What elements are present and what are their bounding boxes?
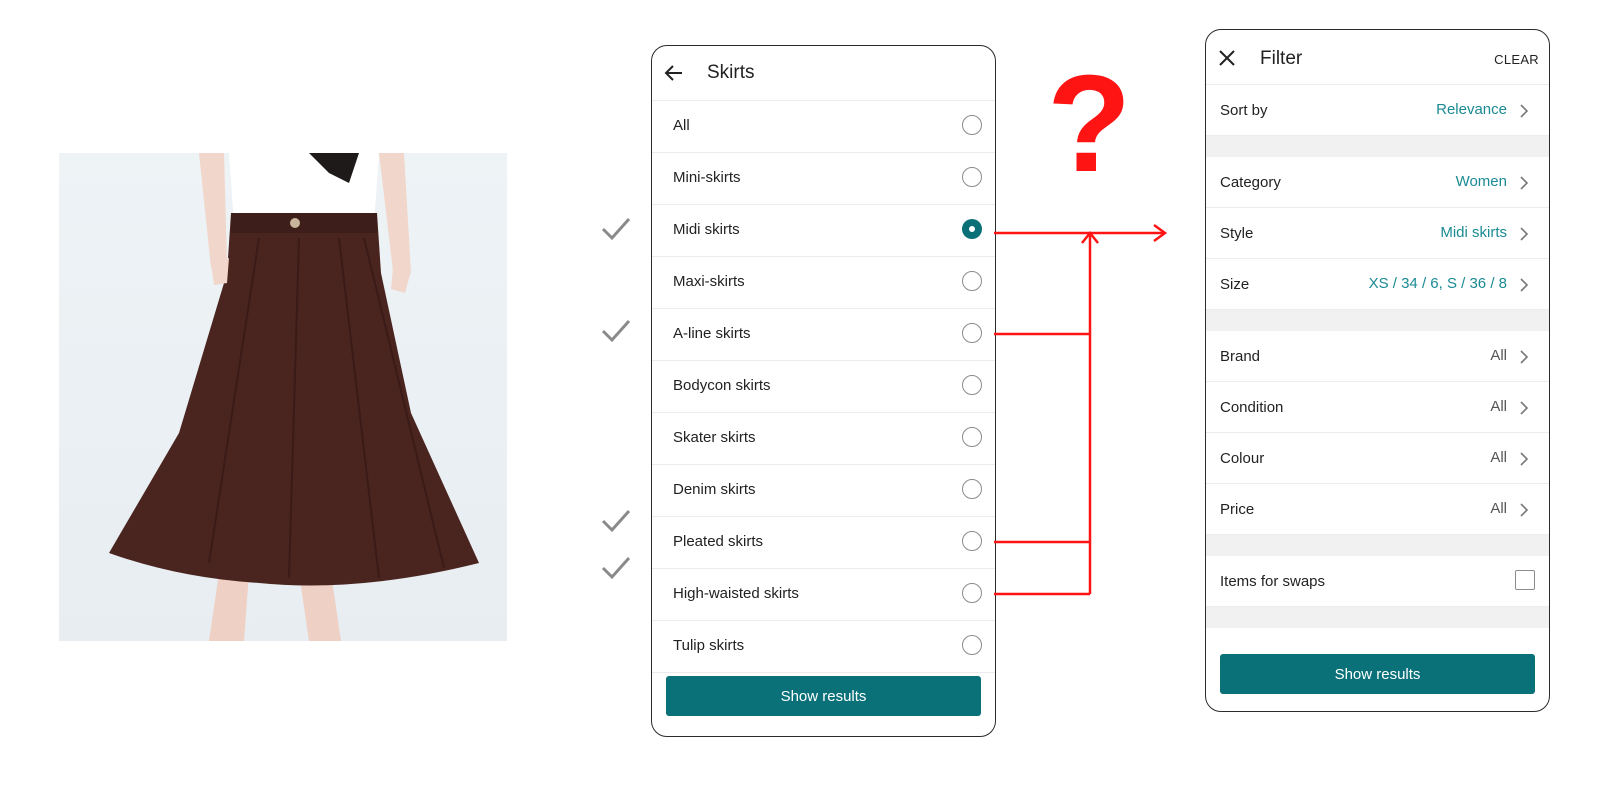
filter-panel: Filter CLEAR Sort by Relevance Category …	[1205, 29, 1550, 712]
list-item-label: Midi skirts	[673, 221, 740, 238]
page-title: Filter	[1260, 48, 1303, 69]
chevron-right-icon	[1520, 227, 1529, 241]
chevron-right-icon	[1520, 503, 1529, 517]
filter-row-brand[interactable]: Brand All	[1206, 331, 1549, 382]
section-divider	[1206, 607, 1549, 628]
radio-button[interactable]	[962, 635, 982, 655]
list-item[interactable]: Mini-skirts	[652, 153, 995, 205]
list-item[interactable]: Denim skirts	[652, 465, 995, 517]
filter-header: Filter CLEAR	[1206, 30, 1549, 85]
skirt-type-list: All Mini-skirts Midi skirts Maxi-skirts A-li…	[652, 101, 995, 673]
list-item-label: A-line skirts	[673, 325, 751, 342]
radio-button[interactable]	[962, 115, 982, 135]
clear-button[interactable]: CLEAR	[1494, 52, 1539, 67]
filter-value: All	[1490, 449, 1507, 466]
filter-label: Category	[1220, 174, 1281, 191]
list-item-label: Pleated skirts	[673, 533, 764, 550]
radio-button[interactable]	[962, 271, 982, 291]
list-item-label: High-waisted skirts	[673, 585, 799, 602]
filter-value: Women	[1455, 173, 1507, 190]
filter-row-sort-by[interactable]: Sort by Relevance	[1206, 85, 1549, 136]
radio-button[interactable]	[962, 531, 982, 551]
filter-value: All	[1490, 347, 1507, 364]
canvas: Skirts All Mini-skirts Midi skirts Maxi-ski…	[0, 0, 1600, 803]
filter-value: All	[1490, 500, 1507, 517]
checkmark-icon	[601, 319, 631, 343]
product-photo	[59, 153, 507, 641]
checkmark-icon	[601, 556, 631, 580]
radio-button[interactable]	[962, 375, 982, 395]
radio-button[interactable]	[962, 479, 982, 499]
skirts-panel: Skirts All Mini-skirts Midi skirts Maxi-ski…	[651, 45, 996, 737]
filter-value: Midi skirts	[1440, 224, 1507, 241]
filter-row-size[interactable]: Size XS / 34 / 6, S / 36 / 8	[1206, 259, 1549, 310]
skirt-illustration	[109, 153, 479, 641]
list-item[interactable]: Skater skirts	[652, 413, 995, 465]
filter-label: Condition	[1220, 399, 1284, 416]
filter-label: Colour	[1220, 450, 1265, 467]
chevron-right-icon	[1520, 452, 1529, 466]
list-item-label: Bodycon skirts	[673, 377, 771, 394]
chevron-right-icon	[1520, 104, 1529, 118]
list-item-label: All	[673, 117, 690, 134]
show-results-button[interactable]: Show results	[666, 676, 981, 716]
filter-value: XS / 34 / 6, S / 36 / 8	[1368, 275, 1507, 292]
radio-button[interactable]	[962, 427, 982, 447]
filter-label: Brand	[1220, 348, 1261, 365]
list-item[interactable]: All	[652, 101, 995, 153]
filter-row-price[interactable]: Price All	[1206, 484, 1549, 535]
list-item-label: Mini-skirts	[673, 169, 741, 186]
section-divider	[1206, 136, 1549, 157]
skirts-header: Skirts	[652, 46, 995, 101]
checkmark-icon	[601, 217, 631, 241]
filter-row-condition[interactable]: Condition All	[1206, 382, 1549, 433]
filter-label: Price	[1220, 501, 1255, 518]
page-title: Skirts	[707, 62, 755, 83]
filter-label: Items for swaps	[1220, 573, 1326, 590]
filter-row-style[interactable]: Style Midi skirts	[1206, 208, 1549, 259]
filter-row-swaps: Items for swaps	[1206, 556, 1549, 607]
list-item-label: Maxi-skirts	[673, 273, 745, 290]
list-item[interactable]: High-waisted skirts	[652, 569, 995, 621]
filter-row-category[interactable]: Category Women	[1206, 157, 1549, 208]
list-item-label: Tulip skirts	[673, 637, 745, 654]
arrow-left-icon[interactable]	[664, 63, 684, 83]
question-mark: ?	[1047, 47, 1132, 201]
filter-value: Relevance	[1436, 101, 1507, 118]
section-divider	[1206, 310, 1549, 331]
list-item[interactable]: Midi skirts	[652, 205, 995, 257]
filter-label: Sort by	[1220, 102, 1268, 119]
list-item[interactable]: Pleated skirts	[652, 517, 995, 569]
list-item[interactable]: Bodycon skirts	[652, 361, 995, 413]
list-item-label: Skater skirts	[673, 429, 756, 446]
list-item[interactable]: Maxi-skirts	[652, 257, 995, 309]
section-divider	[1206, 535, 1549, 556]
radio-button[interactable]	[962, 219, 982, 239]
filter-value: All	[1490, 398, 1507, 415]
chevron-right-icon	[1520, 176, 1529, 190]
radio-button[interactable]	[962, 323, 982, 343]
filter-row-colour[interactable]: Colour All	[1206, 433, 1549, 484]
chevron-right-icon	[1520, 401, 1529, 415]
close-icon[interactable]	[1218, 49, 1236, 67]
checkmark-icon	[601, 509, 631, 533]
chevron-right-icon	[1520, 278, 1529, 292]
chevron-right-icon	[1520, 350, 1529, 364]
filter-label: Style	[1220, 225, 1254, 242]
filter-label: Size	[1220, 276, 1250, 293]
list-item[interactable]: Tulip skirts	[652, 621, 995, 673]
list-item-label: Denim skirts	[673, 481, 756, 498]
list-item[interactable]: A-line skirts	[652, 309, 995, 361]
radio-button[interactable]	[962, 583, 982, 603]
radio-button[interactable]	[962, 167, 982, 187]
show-results-button[interactable]: Show results	[1220, 654, 1535, 694]
swaps-checkbox[interactable]	[1515, 570, 1535, 590]
